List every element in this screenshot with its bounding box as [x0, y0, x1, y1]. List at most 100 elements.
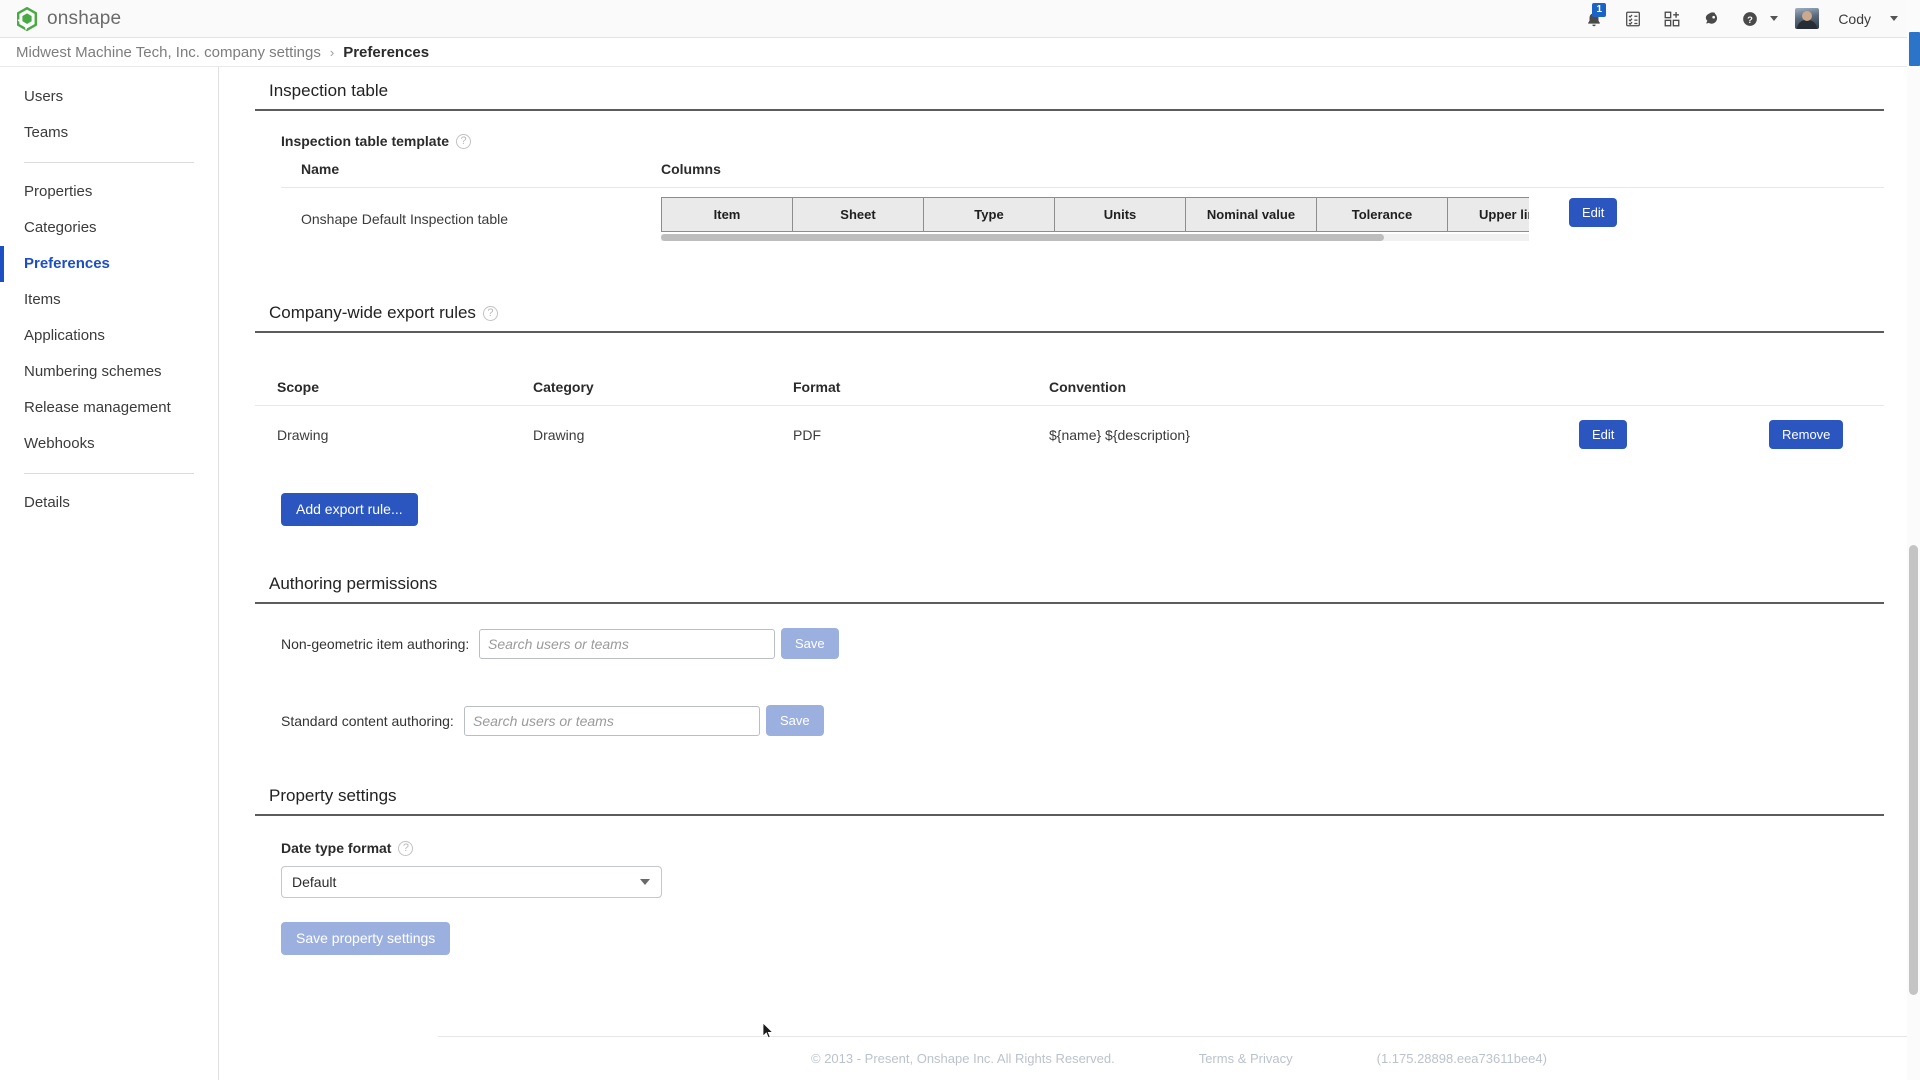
standard-content-authoring-row: Standard content authoring: Save — [255, 705, 1884, 736]
sidebar-item-release-management[interactable]: Release management — [0, 390, 218, 426]
inspection-table-edit-button[interactable]: Edit — [1569, 198, 1617, 227]
date-type-format-select[interactable]: Default — [281, 866, 662, 898]
page-vertical-scrollbar[interactable] — [1907, 0, 1920, 1080]
export-rules-title: Company-wide export rules — [269, 303, 476, 323]
export-col-header-scope: Scope — [277, 379, 533, 395]
user-avatar[interactable] — [1795, 8, 1819, 29]
account-chevron-down-icon[interactable] — [1890, 16, 1898, 21]
sidebar-divider-1 — [24, 162, 194, 163]
inspection-table-section-header: Inspection table — [255, 67, 1884, 111]
standard-content-authoring-label: Standard content authoring: — [281, 713, 464, 729]
sidebar-divider-2 — [24, 473, 194, 474]
learning-center-brain-icon[interactable] — [1700, 8, 1722, 30]
footer-copyright: © 2013 - Present, Onshape Inc. All Right… — [811, 1051, 1115, 1066]
inspection-table-row: Onshape Default Inspection table Item Sh… — [281, 188, 1884, 241]
onshape-wordmark: onshape — [47, 8, 121, 30]
inspection-table-template-label: Inspection table template — [281, 133, 449, 149]
inspection-column-tolerance: Tolerance — [1317, 198, 1448, 231]
add-export-rule-wrap: Add export rule... — [255, 449, 1884, 526]
save-property-settings-button[interactable]: Save property settings — [281, 922, 450, 955]
export-rules-header-row: Scope Category Format Convention — [255, 355, 1884, 406]
inspection-col-header-columns: Columns — [661, 161, 1884, 177]
help-question-icon[interactable]: ? — [1739, 8, 1761, 30]
sidebar-item-applications[interactable]: Applications — [0, 318, 218, 354]
inspection-columns-scroll-area: Item Sheet Type Units Nominal value Tole… — [661, 197, 1529, 241]
authoring-permissions-title: Authoring permissions — [269, 574, 437, 594]
inspection-columns-horizontal-scrollbar[interactable] — [661, 234, 1529, 241]
inspection-column-upper-limit: Upper limit — [1448, 198, 1529, 231]
onshape-hex-logo-icon — [16, 7, 38, 31]
tasks-checklist-icon[interactable] — [1622, 8, 1644, 30]
svg-text:?: ? — [1747, 14, 1753, 25]
date-type-format-label: Date type format — [281, 840, 391, 856]
breadcrumb-current: Preferences — [343, 44, 429, 61]
non-geometric-item-authoring-save-button[interactable]: Save — [781, 628, 839, 659]
date-type-format-help-icon[interactable]: ? — [398, 841, 413, 856]
non-geometric-item-authoring-label: Non-geometric item authoring: — [281, 636, 479, 652]
breadcrumb-parent-link[interactable]: Midwest Machine Tech, Inc. company setti… — [16, 44, 321, 61]
inspection-column-type: Type — [924, 198, 1055, 231]
export-rules-section-header: Company-wide export rules ? — [255, 289, 1884, 333]
inspection-column-units: Units — [1055, 198, 1186, 231]
footer-terms-privacy-link[interactable]: Terms & Privacy — [1199, 1051, 1293, 1066]
standard-content-authoring-input[interactable] — [464, 706, 760, 736]
property-settings-section-header: Property settings — [255, 772, 1884, 816]
sidebar-item-numbering-schemes[interactable]: Numbering schemes — [0, 354, 218, 390]
export-rule-format: PDF — [793, 427, 1049, 443]
footer-version: (1.175.28898.eea73611bee4) — [1377, 1051, 1547, 1066]
inspection-table-header-row: Name Columns — [281, 149, 1884, 188]
export-rule-scope: Drawing — [277, 427, 533, 443]
top-bar-actions: 1 ? — [1583, 8, 1906, 30]
inspection-template-name: Onshape Default Inspection table — [281, 211, 661, 227]
top-bar: onshape 1 — [0, 0, 1920, 38]
breadcrumb-separator-icon: › — [330, 45, 334, 60]
inspection-columns-viewport: Item Sheet Type Units Nominal value Tole… — [661, 197, 1529, 232]
save-property-settings-wrap: Save property settings — [255, 898, 1884, 955]
notifications-badge: 1 — [1592, 3, 1606, 17]
inspection-column-sheet: Sheet — [793, 198, 924, 231]
sidebar-item-preferences[interactable]: Preferences — [0, 246, 218, 282]
inspection-table-help-icon[interactable]: ? — [456, 134, 471, 149]
export-rule-edit-button[interactable]: Edit — [1579, 420, 1627, 449]
browser-scroll-indicator — [1909, 32, 1920, 66]
export-rule-remove-button[interactable]: Remove — [1769, 420, 1843, 449]
add-export-rule-button[interactable]: Add export rule... — [281, 493, 418, 526]
export-col-header-format: Format — [793, 379, 1049, 395]
inspection-column-nominal-value: Nominal value — [1186, 198, 1317, 231]
sidebar-item-users[interactable]: Users — [0, 79, 218, 115]
inspection-table-template-label-row: Inspection table template ? — [255, 111, 1884, 149]
help-chevron-down-icon[interactable] — [1770, 16, 1778, 21]
app-launcher-grid-plus-icon[interactable] — [1661, 8, 1683, 30]
username-label[interactable]: Cody — [1838, 11, 1871, 27]
date-type-format-select-wrap: Default — [281, 866, 662, 898]
settings-sidebar: Users Teams Properties Categories Prefer… — [0, 67, 219, 1080]
inspection-columns-grid: Item Sheet Type Units Nominal value Tole… — [661, 197, 1529, 232]
sidebar-item-items[interactable]: Items — [0, 282, 218, 318]
non-geometric-item-authoring-input[interactable] — [479, 629, 775, 659]
authoring-permissions-section-header: Authoring permissions — [255, 560, 1884, 604]
inspection-table-title: Inspection table — [269, 81, 388, 101]
notifications-bell-icon[interactable]: 1 — [1583, 8, 1605, 30]
export-rules-help-icon[interactable]: ? — [483, 306, 498, 321]
sidebar-item-categories[interactable]: Categories — [0, 210, 218, 246]
date-type-format-label-row: Date type format ? — [255, 816, 1884, 856]
standard-content-authoring-save-button[interactable]: Save — [766, 705, 824, 736]
inspection-column-item: Item — [662, 198, 793, 231]
onshape-logo[interactable]: onshape — [16, 7, 121, 31]
sidebar-item-details[interactable]: Details — [0, 485, 218, 521]
export-rules-table: Scope Category Format Convention Drawing… — [255, 355, 1884, 449]
sidebar-item-properties[interactable]: Properties — [0, 174, 218, 210]
main-content: Inspection table Inspection table templa… — [219, 67, 1920, 1080]
page-vertical-scroll-thumb[interactable] — [1909, 545, 1918, 995]
breadcrumb: Midwest Machine Tech, Inc. company setti… — [0, 38, 1920, 67]
sidebar-item-teams[interactable]: Teams — [0, 115, 218, 151]
export-col-header-category: Category — [533, 379, 793, 395]
sidebar-item-webhooks[interactable]: Webhooks — [0, 426, 218, 462]
export-rule-category: Drawing — [533, 427, 793, 443]
preferences-panel: Inspection table Inspection table templa… — [219, 67, 1920, 1080]
inspection-table-template-table: Name Columns Onshape Default Inspection … — [255, 149, 1884, 241]
export-col-header-convention: Convention — [1049, 379, 1579, 395]
page-footer: © 2013 - Present, Onshape Inc. All Right… — [438, 1036, 1920, 1080]
non-geometric-item-authoring-row: Non-geometric item authoring: Save — [255, 628, 1884, 659]
inspection-columns-scroll-thumb[interactable] — [661, 234, 1384, 241]
